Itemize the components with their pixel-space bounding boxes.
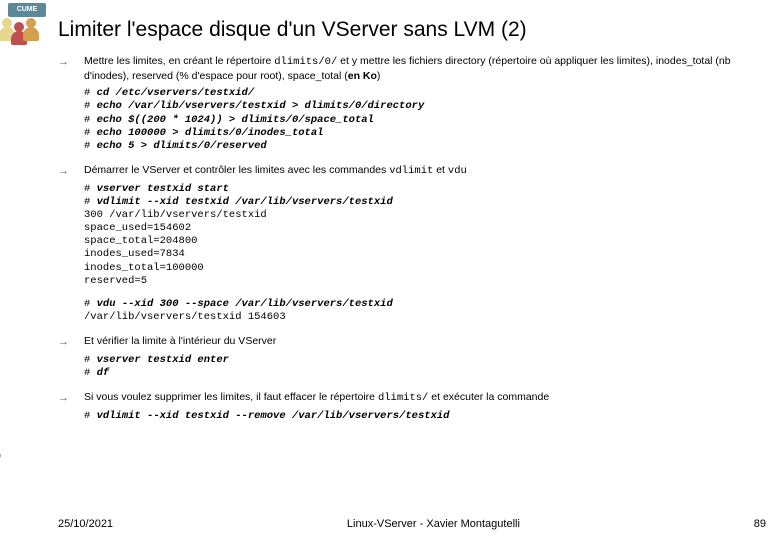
- bullet-1-text: Mettre les limites, en créant le réperto…: [84, 54, 766, 83]
- arrow-icon: →: [58, 54, 84, 83]
- arrow-icon: →: [58, 163, 84, 179]
- logo-badge: CUME: [8, 3, 46, 17]
- footer-date: 25/10/2021: [58, 518, 113, 530]
- code-block-2a: # vserver testxid start # vdlimit --xid …: [84, 183, 766, 288]
- footer: 25/10/2021 Linux-VServer - Xavier Montag…: [58, 518, 766, 530]
- page-title: Limiter l'espace disque d'un VServer san…: [58, 18, 527, 42]
- code-block-2b: # vdu --xid 300 --space /var/lib/vserver…: [84, 298, 766, 324]
- logo-corner: CUME: [0, 0, 50, 45]
- code-block-4: # vdlimit --xid testxid --remove /var/li…: [84, 410, 766, 423]
- arrow-icon: →: [58, 390, 84, 406]
- bullet-3: → Et vérifier la limite à l'intérieur du…: [58, 334, 766, 350]
- footer-center: Linux-VServer - Xavier Montagutelli: [347, 518, 520, 530]
- bullet-2-text: Démarrer le VServer et contrôler les lim…: [84, 163, 766, 179]
- code-block-3: # vserver testxid enter # df: [84, 354, 766, 380]
- code-block-1: # cd /etc/vservers/testxid/ # echo /var/…: [84, 87, 766, 153]
- people-icon: [0, 18, 48, 48]
- bullet-4: → Si vous voulez supprimer les limites, …: [58, 390, 766, 406]
- bullet-2: → Démarrer le VServer et contrôler les l…: [58, 163, 766, 179]
- bullet-3-text: Et vérifier la limite à l'intérieur du V…: [84, 334, 766, 350]
- slide-content: → Mettre les limites, en créant le réper…: [58, 54, 766, 433]
- sidebar-label: Stage CUME Virtualisation: [0, 292, 2, 480]
- bullet-1: → Mettre les limites, en créant le réper…: [58, 54, 766, 83]
- arrow-icon: →: [58, 334, 84, 350]
- footer-page: 89: [754, 518, 766, 530]
- bullet-4-text: Si vous voulez supprimer les limites, il…: [84, 390, 766, 406]
